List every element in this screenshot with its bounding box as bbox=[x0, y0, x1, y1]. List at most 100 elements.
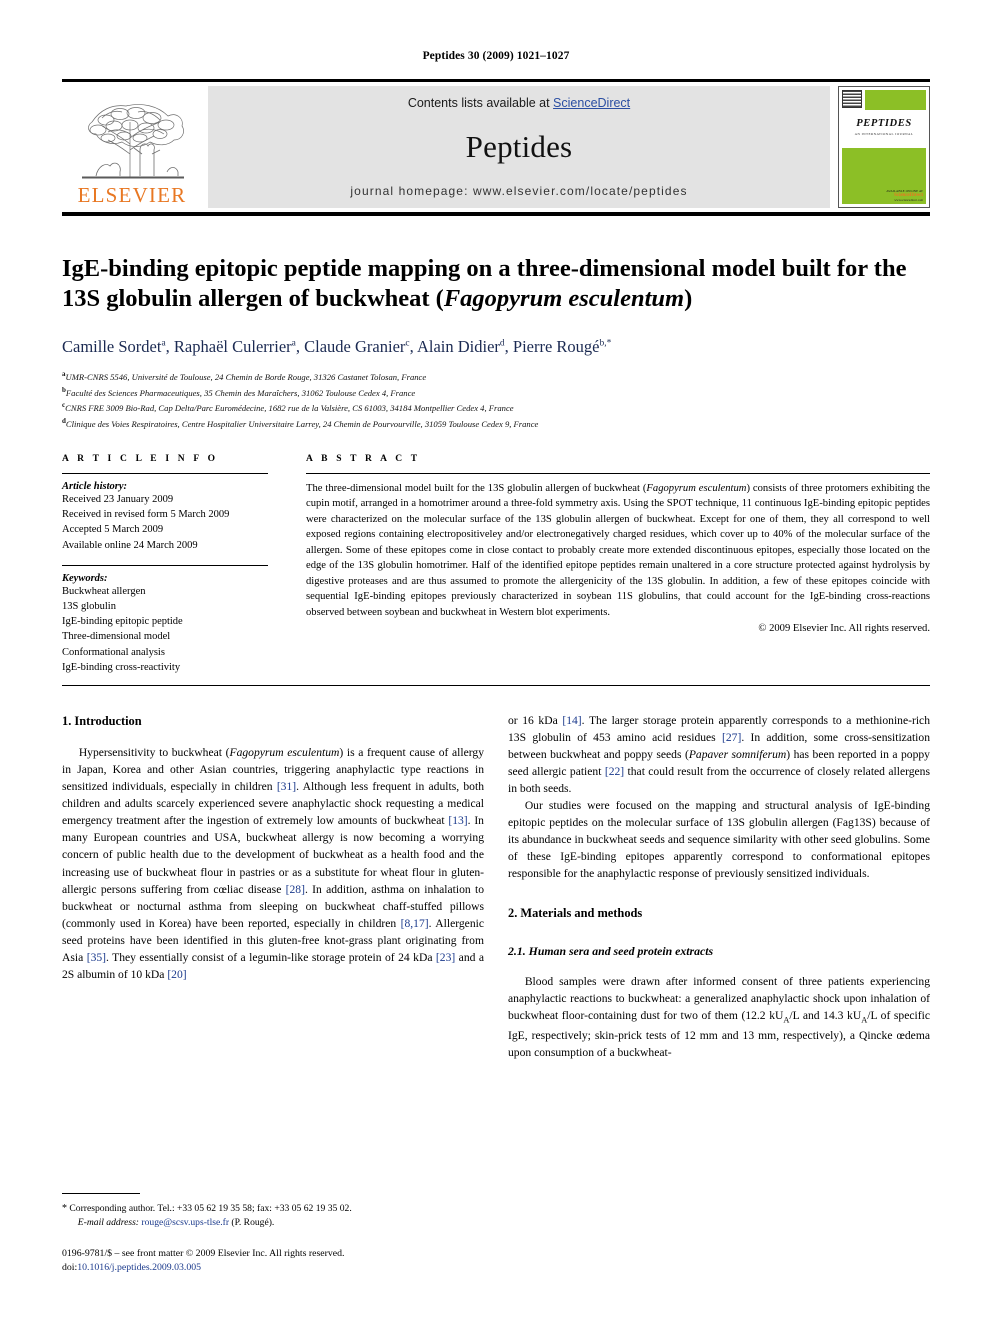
imprint-block: 0196-9781/$ – see front matter © 2009 El… bbox=[62, 1247, 492, 1275]
title-line-1: IgE-binding epitopic peptide mapping on … bbox=[62, 255, 907, 282]
journal-header: ELSEVIER Contents lists available at Sci… bbox=[62, 79, 930, 216]
right-paragraph-continued: or 16 kDa [14]. The larger storage prote… bbox=[508, 712, 930, 797]
body-columns: 1. Introduction Hypersensitivity to buck… bbox=[62, 712, 930, 1061]
email-label: E-mail address: bbox=[77, 1217, 139, 1229]
doi-link[interactable]: 10.1016/j.peptides.2009.03.005 bbox=[77, 1262, 201, 1273]
methods-paragraph: Blood samples were drawn after informed … bbox=[508, 973, 930, 1061]
body-text: /L and 14.3 kU bbox=[789, 1009, 862, 1022]
citation-ref[interactable]: [23] bbox=[436, 951, 455, 964]
author-sep: , bbox=[295, 336, 305, 356]
cover-green-strip bbox=[865, 90, 926, 110]
author: Alain Didierd, bbox=[417, 337, 513, 356]
elsevier-wordmark: ELSEVIER bbox=[77, 183, 187, 207]
section-heading-introduction: 1. Introduction bbox=[62, 714, 142, 729]
citation-ref[interactable]: [14] bbox=[562, 714, 581, 727]
author: Raphaël Culerriera, bbox=[174, 337, 304, 356]
corresponding-author-text: Corresponding author. Tel.: +33 05 62 19… bbox=[69, 1202, 352, 1214]
citation-ref[interactable]: [28] bbox=[286, 883, 305, 896]
citation-ref[interactable]: [20] bbox=[167, 968, 186, 981]
author-sep: , bbox=[165, 336, 174, 356]
keyword-item: IgE-binding cross-reactivity bbox=[62, 661, 181, 673]
author-affil-marker: b,* bbox=[599, 338, 612, 349]
affiliation-item: aUMR-CNRS 5546, Université de Toulouse, … bbox=[62, 369, 930, 385]
article-history-item: Available online 24 March 2009 bbox=[62, 539, 198, 551]
affiliation-item: bFaculté des Sciences Pharmaceutiques, 3… bbox=[62, 385, 930, 401]
author-list: Camille Sordeta, Raphaël Culerriera, Cla… bbox=[62, 337, 930, 357]
section-heading-materials-and-methods: 2. Materials and methods bbox=[508, 906, 643, 921]
journal-header-center: Contents lists available at ScienceDirec… bbox=[208, 86, 830, 208]
affiliation-text: UMR-CNRS 5546, Université de Toulouse, 2… bbox=[65, 371, 427, 382]
keyword-item: Conformational analysis bbox=[62, 646, 165, 658]
running-head: Peptides 30 (2009) 1021–1027 bbox=[422, 50, 570, 62]
cover-top-band bbox=[842, 90, 926, 110]
abstract-part-1: The three-dimensional model built for th… bbox=[306, 482, 647, 494]
affiliation-text: Faculté des Sciences Pharmaceutiques, 35… bbox=[65, 387, 416, 398]
paper-page: Peptides 30 (2009) 1021–1027 ELSEVIER Co… bbox=[0, 0, 992, 1323]
title-line-2-pre: 13S globulin allergen of buckwheat ( bbox=[62, 285, 444, 313]
elsevier-logo: ELSEVIER bbox=[62, 86, 202, 208]
author: Claude Granierc, bbox=[304, 337, 417, 356]
abstract-column: A B S T R A C T The three-dimensional mo… bbox=[294, 454, 930, 675]
keyword-item: IgE-binding epitopic peptide bbox=[62, 616, 183, 628]
footnote-block: * Corresponding author. Tel.: +33 05 62 … bbox=[62, 1192, 492, 1275]
intro-text: Hypersensitivity to buckwheat ( bbox=[78, 746, 230, 760]
intro-paragraph: Hypersensitivity to buckwheat (Fagopyrum… bbox=[62, 744, 484, 982]
author-name: Alain Didier bbox=[416, 336, 500, 356]
affiliation-item: cCNRS FRE 3009 Bio-Rad, Cap Delta/Parc E… bbox=[62, 400, 930, 416]
body-column-left: 1. Introduction Hypersensitivity to buck… bbox=[62, 712, 484, 1061]
doi-line: doi:10.1016/j.peptides.2009.03.005 bbox=[62, 1261, 492, 1275]
cover-subtitle: AN INTERNATIONAL JOURNAL bbox=[854, 132, 914, 136]
citation-ref[interactable]: [31] bbox=[277, 780, 296, 793]
footnote-divider bbox=[62, 1192, 140, 1194]
subsection-heading-human-sera: 2.1. Human sera and seed protein extract… bbox=[508, 943, 714, 958]
citation-ref[interactable]: [35] bbox=[87, 951, 106, 964]
keyword-item: 13S globulin bbox=[62, 600, 116, 612]
sciencedirect-link[interactable]: ScienceDirect bbox=[553, 96, 630, 110]
cover-green-block bbox=[842, 148, 926, 180]
divider bbox=[62, 564, 268, 566]
author: Camille Sordeta, bbox=[62, 337, 174, 356]
author-name: Camille Sordet bbox=[62, 336, 162, 356]
journal-homepage[interactable]: journal homepage: www.elsevier.com/locat… bbox=[350, 184, 687, 198]
intro-text: . They essentially consist of a legumin-… bbox=[106, 950, 436, 964]
citation-ref[interactable]: [8,17] bbox=[401, 917, 429, 930]
abstract-part-2: ) consists of three protomers exhibiting… bbox=[306, 482, 930, 618]
elsevier-tree-icon bbox=[72, 92, 192, 184]
journal-title: Peptides bbox=[465, 129, 573, 164]
intro-species: Fagopyrum esculentum bbox=[229, 746, 340, 760]
divider bbox=[306, 472, 930, 474]
author-name: Raphaël Culerrier bbox=[173, 336, 292, 356]
affiliation-item: dClinique des Voies Respiratoires, Centr… bbox=[62, 416, 930, 432]
body-text: or 16 kDa bbox=[508, 714, 563, 728]
keyword-item: Three-dimensional model bbox=[62, 631, 171, 643]
keyword-item: Buckwheat allergen bbox=[62, 585, 146, 597]
email-link[interactable]: rouge@scsv.ups-tlse.fr bbox=[141, 1217, 229, 1228]
abstract-text: The three-dimensional model built for th… bbox=[306, 481, 930, 620]
contents-prefix: Contents lists available at bbox=[407, 96, 554, 110]
author-sep: , bbox=[504, 336, 513, 356]
citation-ref[interactable]: [27] bbox=[722, 731, 741, 744]
affiliation-text: CNRS FRE 3009 Bio-Rad, Cap Delta/Parc Eu… bbox=[65, 403, 514, 414]
article-history-item: Accepted 5 March 2009 bbox=[62, 524, 164, 536]
author: Pierre Rougéb,* bbox=[513, 337, 611, 356]
cover-society-logo-icon bbox=[842, 90, 862, 108]
title-species: Fagopyrum esculentum bbox=[443, 285, 685, 313]
citation-ref[interactable]: [22] bbox=[605, 765, 624, 778]
imprint-line: 0196-9781/$ – see front matter © 2009 El… bbox=[62, 1247, 345, 1259]
info-abstract-block: A R T I C L E I N F O Article history: R… bbox=[62, 454, 930, 687]
article-info-column: A R T I C L E I N F O Article history: R… bbox=[62, 454, 294, 675]
citation-ref[interactable]: [13] bbox=[448, 814, 467, 827]
author-name: Pierre Rougé bbox=[512, 336, 600, 356]
body-column-right: or 16 kDa [14]. The larger storage prote… bbox=[508, 712, 930, 1061]
cover-footer: AVAILABLE ONLINE AT ScienceDirect www.sc… bbox=[842, 180, 926, 204]
author-sep: , bbox=[409, 336, 417, 356]
article-history-label: Article history: bbox=[62, 480, 128, 492]
article-history-item: Received 23 January 2009 bbox=[62, 493, 174, 505]
journal-cover-thumbnail: PEPTIDES AN INTERNATIONAL JOURNAL AVAILA… bbox=[838, 86, 930, 208]
body-species: Papaver somniferum bbox=[688, 748, 787, 762]
contents-line: Contents lists available at ScienceDirec… bbox=[408, 96, 630, 110]
keywords-label: Keywords: bbox=[62, 572, 108, 584]
affiliation-list: aUMR-CNRS 5546, Université de Toulouse, … bbox=[62, 369, 930, 432]
page-title: IgE-binding epitopic peptide mapping on … bbox=[62, 254, 930, 315]
doi-label: doi: bbox=[62, 1261, 78, 1273]
